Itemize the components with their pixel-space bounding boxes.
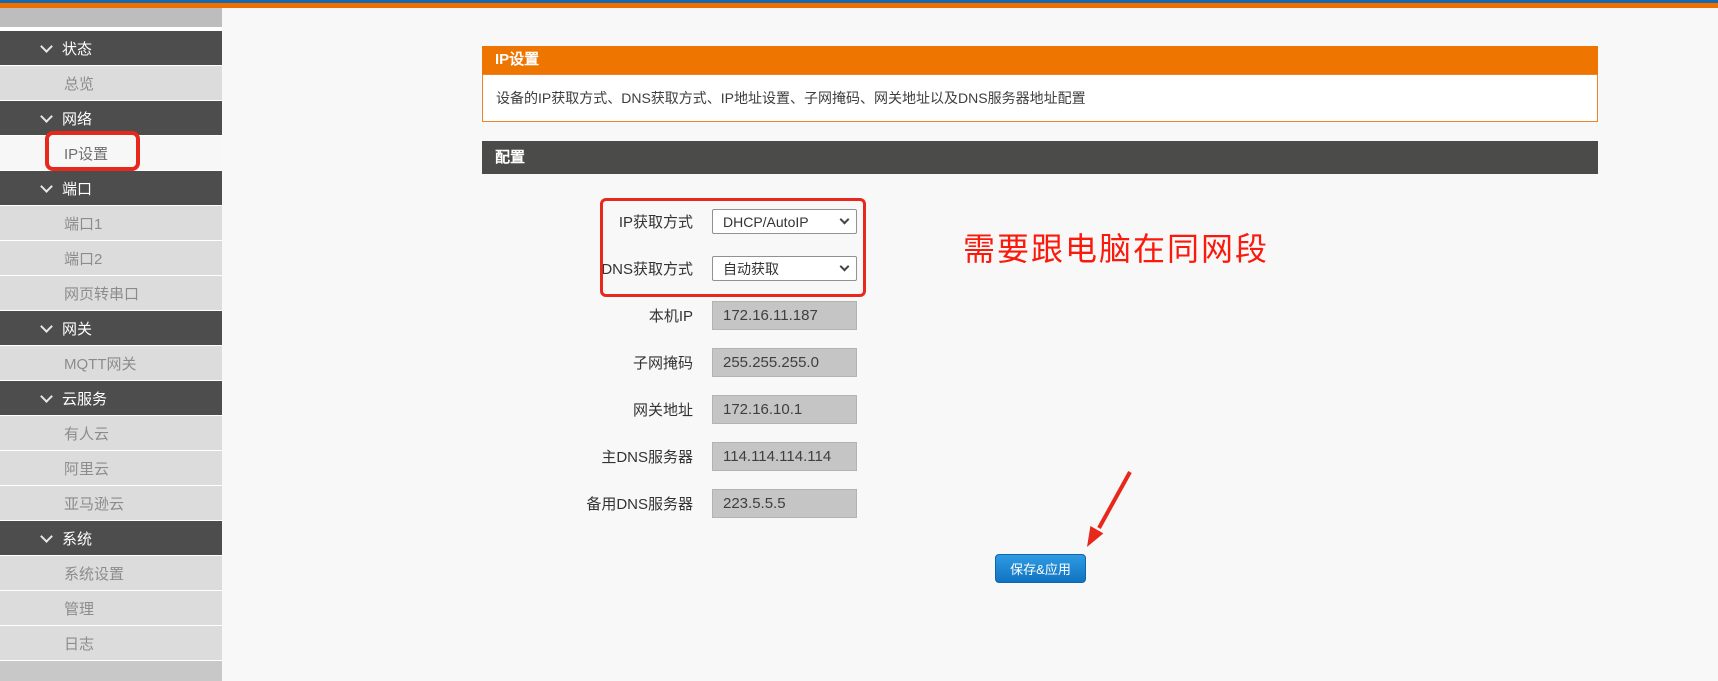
ip-mode-select-wrap: DHCP/AutoIP bbox=[712, 209, 857, 234]
chevron-down-icon bbox=[40, 180, 53, 193]
sidebar-group-cloud-services[interactable]: 云服务 bbox=[0, 381, 222, 415]
sidebar-group-gateway[interactable]: 网关 bbox=[0, 311, 222, 345]
dns-secondary-label: 备用DNS服务器 bbox=[482, 493, 693, 514]
local-ip-label: 本机IP bbox=[482, 305, 693, 326]
sidebar-footer-block bbox=[0, 661, 222, 681]
section-description: 设备的IP获取方式、DNS获取方式、IP地址设置、子网掩码、网关地址以及DNS服… bbox=[496, 88, 1086, 108]
section-description-box: 设备的IP获取方式、DNS获取方式、IP地址设置、子网掩码、网关地址以及DNS服… bbox=[482, 74, 1598, 122]
form-row-dns-primary: 主DNS服务器 bbox=[482, 442, 1042, 471]
sidebar-header-block bbox=[0, 8, 222, 27]
dns-primary-input bbox=[712, 442, 857, 471]
top-orange-strip bbox=[0, 3, 1718, 8]
sidebar-item-label: 日志 bbox=[64, 633, 94, 654]
sidebar-group-label: 云服务 bbox=[62, 388, 107, 409]
sidebar-item-usr-cloud[interactable]: 有人云 bbox=[0, 416, 222, 450]
netmask-label: 子网掩码 bbox=[482, 352, 693, 373]
local-ip-input bbox=[712, 301, 857, 330]
form-row-dns-secondary: 备用DNS服务器 bbox=[482, 489, 1042, 518]
ip-mode-label: IP获取方式 bbox=[482, 211, 693, 232]
sidebar-item-label: 亚马逊云 bbox=[64, 493, 124, 514]
sidebar-item-label: 端口1 bbox=[64, 213, 102, 234]
form-row-local-ip: 本机IP bbox=[482, 301, 1042, 330]
red-arrow bbox=[1075, 462, 1145, 557]
sidebar-item-label: 阿里云 bbox=[64, 458, 109, 479]
sidebar-group-label: 端口 bbox=[62, 178, 92, 199]
config-section-bar: 配置 bbox=[482, 141, 1598, 174]
sidebar: 状态 总览 网络 IP设置 端口 端口1 端口2 网页转 bbox=[0, 8, 222, 681]
sidebar-group-label: 状态 bbox=[62, 38, 92, 59]
sidebar-item-amazon-cloud[interactable]: 亚马逊云 bbox=[0, 486, 222, 520]
dns-mode-label: DNS获取方式 bbox=[482, 258, 693, 279]
app-window: 状态 总览 网络 IP设置 端口 端口1 端口2 网页转 bbox=[0, 0, 1718, 681]
sidebar-item-label: IP设置 bbox=[64, 143, 108, 164]
dns-mode-select[interactable]: 自动获取 bbox=[712, 256, 857, 281]
gateway-label: 网关地址 bbox=[482, 399, 693, 420]
sidebar-item-system-settings[interactable]: 系统设置 bbox=[0, 556, 222, 590]
netmask-input bbox=[712, 348, 857, 377]
chevron-down-icon bbox=[40, 40, 53, 53]
sidebar-item-label: MQTT网关 bbox=[64, 353, 137, 374]
sidebar-group-label: 系统 bbox=[62, 528, 92, 549]
sidebar-item-overview[interactable]: 总览 bbox=[0, 66, 222, 100]
annotation-note: 需要跟电脑在同网段 bbox=[963, 224, 1269, 270]
sidebar-group-status[interactable]: 状态 bbox=[0, 31, 222, 65]
section-header: IP设置 bbox=[482, 46, 1598, 74]
sidebar-group-system[interactable]: 系统 bbox=[0, 521, 222, 555]
page-title: IP设置 bbox=[495, 51, 539, 68]
form-row-gateway: 网关地址 bbox=[482, 395, 1042, 424]
sidebar-item-management[interactable]: 管理 bbox=[0, 591, 222, 625]
sidebar-item-label: 系统设置 bbox=[64, 563, 124, 584]
sidebar-item-port2[interactable]: 端口2 bbox=[0, 241, 222, 275]
sidebar-group-label: 网关 bbox=[62, 318, 92, 339]
config-section-title: 配置 bbox=[495, 149, 525, 166]
ip-mode-select[interactable]: DHCP/AutoIP bbox=[712, 209, 857, 234]
chevron-down-icon bbox=[40, 110, 53, 123]
sidebar-item-label: 总览 bbox=[64, 73, 94, 94]
form-row-netmask: 子网掩码 bbox=[482, 348, 1042, 377]
sidebar-group-port[interactable]: 端口 bbox=[0, 171, 222, 205]
chevron-down-icon bbox=[40, 530, 53, 543]
sidebar-item-log[interactable]: 日志 bbox=[0, 626, 222, 660]
sidebar-group-network[interactable]: 网络 bbox=[0, 101, 222, 135]
form-row-dns-mode: DNS获取方式 自动获取 bbox=[482, 254, 1042, 283]
dns-primary-label: 主DNS服务器 bbox=[482, 446, 693, 467]
sidebar-item-label: 网页转串口 bbox=[64, 283, 139, 304]
chevron-down-icon bbox=[40, 320, 53, 333]
sidebar-item-mqtt-gateway[interactable]: MQTT网关 bbox=[0, 346, 222, 380]
sidebar-item-label: 有人云 bbox=[64, 423, 109, 444]
sidebar-item-port1[interactable]: 端口1 bbox=[0, 206, 222, 240]
dns-mode-select-wrap: 自动获取 bbox=[712, 256, 857, 281]
chevron-down-icon bbox=[40, 390, 53, 403]
sidebar-item-ali-cloud[interactable]: 阿里云 bbox=[0, 451, 222, 485]
sidebar-item-label: 端口2 bbox=[64, 248, 102, 269]
form-row-ip-mode: IP获取方式 DHCP/AutoIP bbox=[482, 207, 1042, 236]
sidebar-group-label: 网络 bbox=[62, 108, 92, 129]
gateway-input bbox=[712, 395, 857, 424]
dns-secondary-input bbox=[712, 489, 857, 518]
sidebar-nav: 状态 总览 网络 IP设置 端口 端口1 端口2 网页转 bbox=[0, 31, 222, 660]
sidebar-item-ip-settings[interactable]: IP设置 bbox=[0, 136, 222, 170]
sidebar-item-label: 管理 bbox=[64, 598, 94, 619]
sidebar-item-web-to-serial[interactable]: 网页转串口 bbox=[0, 276, 222, 310]
save-apply-button[interactable]: 保存&应用 bbox=[995, 554, 1086, 583]
